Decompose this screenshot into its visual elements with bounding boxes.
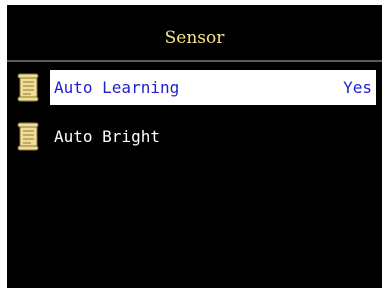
device-screen: Sensor Auto Learning Yes Auto Bright — [7, 5, 382, 288]
scroll-icon — [16, 122, 40, 151]
menu-item-value: Yes — [343, 78, 372, 97]
menu-item-auto-learning[interactable]: Auto Learning Yes — [7, 70, 382, 105]
menu-item-auto-bright[interactable]: Auto Bright — [7, 119, 382, 154]
title-separator — [7, 60, 382, 62]
scroll-icon — [16, 73, 40, 102]
menu-item-label: Auto Learning — [54, 78, 180, 97]
menu-item-label: Auto Bright — [54, 127, 160, 146]
screen-title: Sensor — [164, 28, 225, 48]
